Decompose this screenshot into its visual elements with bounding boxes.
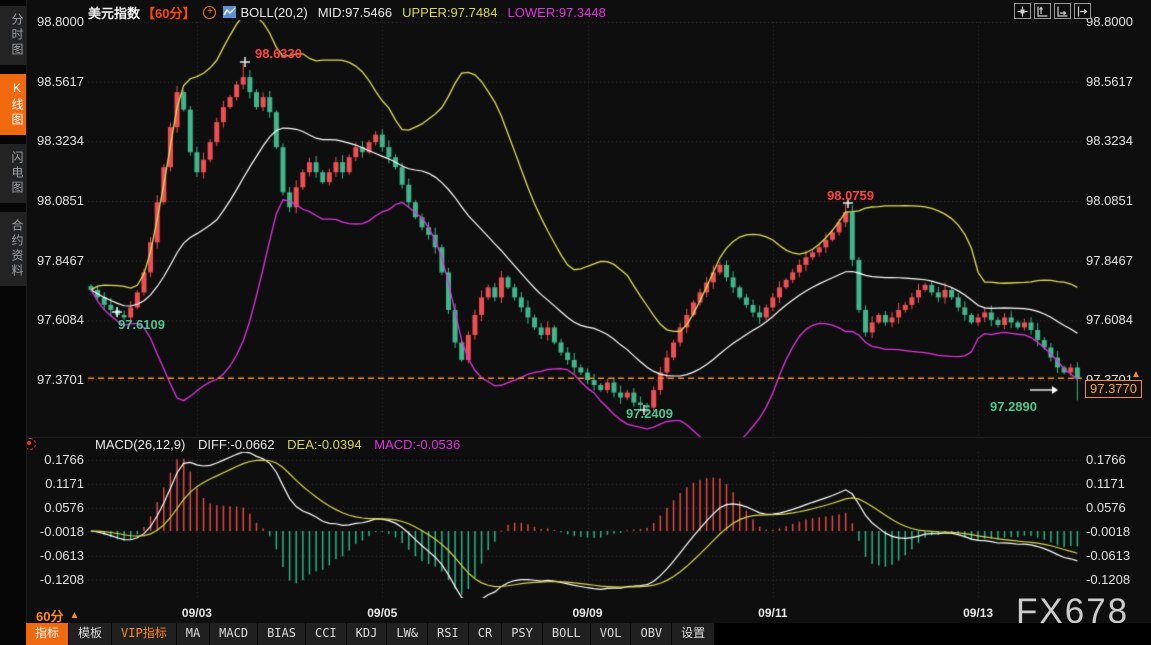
price-axis-label: 97.3701	[26, 372, 84, 387]
toolbar-item[interactable]: 指标	[26, 623, 69, 645]
price-annotation: 97.2890	[990, 399, 1037, 414]
price-axis-label: 98.8000	[26, 14, 84, 29]
price-annotation: 97.6109	[118, 317, 165, 332]
chart-type-sidebar: 分时图 K线图闪电图合约资料	[0, 0, 27, 645]
macd-title: MACD(26,12,9)	[95, 437, 185, 452]
toolbar-item[interactable]: BIAS	[258, 623, 306, 645]
price-axis-label: 98.0851	[26, 193, 84, 208]
sidebar-tab-item[interactable]: 合约资料	[0, 212, 26, 286]
macd-axis-label: 0.1171	[1086, 476, 1148, 491]
toolbar-item[interactable]: PSY	[502, 623, 543, 645]
price-axis-label: 98.3234	[1086, 133, 1148, 148]
price-annotation: 98.0759	[827, 188, 874, 203]
toolbar-item[interactable]: MACD	[210, 623, 258, 645]
boll-lower-value: LOWER:97.3448	[508, 5, 606, 20]
scale-y-icon[interactable]	[1034, 3, 1051, 19]
macd-axis-label: 0.1766	[26, 452, 84, 467]
period-label: 【60分】	[142, 3, 195, 22]
chart-tool-buttons	[1014, 3, 1091, 19]
toolbar-item[interactable]: KDJ	[347, 623, 388, 645]
macd-axis-label: -0.1208	[26, 572, 84, 587]
price-axis-label: 98.3234	[26, 133, 84, 148]
macd-axis-label: 0.1171	[26, 476, 84, 491]
chart-type-icon[interactable]	[223, 6, 236, 18]
scale-x-icon[interactable]	[1054, 3, 1071, 19]
date-label: 09/03	[165, 606, 229, 620]
price-annotation: 97.2409	[626, 406, 673, 421]
macd-axis-label: 0.0576	[1086, 500, 1148, 515]
trading-terminal: 分时图 K线图闪电图合约资料 美元指数 【60分】 + BOLL(20,2) MI…	[0, 0, 1151, 645]
move-icon[interactable]	[1014, 3, 1031, 19]
toolbar-item[interactable]: OBV	[631, 623, 672, 645]
sidebar-tab-active[interactable]: K线图	[0, 74, 26, 135]
toolbar-item[interactable]: 设置	[672, 623, 715, 645]
price-axis-label: 97.6084	[26, 312, 84, 327]
chart-header: 美元指数 【60分】 + BOLL(20,2) MID:97.5466 UPPE…	[88, 3, 606, 21]
macd-axis-label: -0.0613	[1086, 548, 1148, 563]
date-label: 09/05	[350, 606, 414, 620]
price-axis-label: 98.0851	[1086, 193, 1148, 208]
bottom-bar: 指标模板VIP指标MAMACDBIASCCIKDJLW&RSICRPSYBOLL…	[26, 623, 1151, 645]
toolbar-item[interactable]: RSI	[428, 623, 469, 645]
macd-axis-label: -0.1208	[1086, 572, 1148, 587]
toolbar-item[interactable]: LW&	[387, 623, 428, 645]
boll-label: BOLL(20,2)	[240, 5, 307, 20]
price-axis-label: 97.8467	[1086, 253, 1148, 268]
macd-diff-value: DIFF:-0.0662	[198, 437, 275, 452]
price-up-arrow-icon: ▲	[1131, 369, 1141, 380]
price-chart-canvas[interactable]	[0, 0, 1151, 645]
toolbar-item[interactable]: MA	[177, 623, 210, 645]
price-axis-label: 97.6084	[1086, 312, 1148, 327]
macd-macd-value: MACD:-0.0536	[374, 437, 460, 452]
toolbar-item[interactable]: VOL	[591, 623, 632, 645]
add-indicator-icon[interactable]: +	[203, 6, 216, 19]
sidebar-tab-item[interactable]: 分时图	[0, 6, 26, 65]
toolbar-item[interactable]: CR	[469, 623, 502, 645]
toolbar-item[interactable]: VIP指标	[112, 623, 177, 645]
indicator-toolbar: 指标模板VIP指标MAMACDBIASCCIKDJLW&RSICRPSYBOLL…	[26, 623, 715, 645]
toolbar-item[interactable]: BOLL	[543, 623, 591, 645]
macd-axis-label: -0.0018	[26, 524, 84, 539]
toolbar-item[interactable]: 模板	[69, 623, 112, 645]
symbol-name: 美元指数	[88, 3, 140, 22]
macd-dea-value: DEA:-0.0394	[287, 437, 361, 452]
price-axis-label: 98.8000	[1086, 14, 1148, 29]
boll-mid-value: MID:97.5466	[318, 5, 392, 20]
toolbar-item[interactable]: CCI	[306, 623, 347, 645]
macd-axis-label: -0.0018	[1086, 524, 1148, 539]
date-label: 09/11	[741, 606, 805, 620]
date-label: 09/09	[556, 606, 620, 620]
macd-header: MACD(26,12,9) DIFF:-0.0662 DEA:-0.0394 M…	[95, 437, 460, 452]
last-price-tag: 97.3770	[1085, 380, 1142, 398]
boll-upper-value: UPPER:97.7484	[402, 5, 497, 20]
date-label: 09/13	[946, 606, 1010, 620]
macd-axis-label: 0.1766	[1086, 452, 1148, 467]
sidebar-tab-item[interactable]: 闪电图	[0, 144, 26, 203]
price-annotation: 98.6330	[255, 46, 302, 61]
price-axis-label: 98.5617	[26, 74, 84, 89]
up-triangle-icon: ▲	[69, 610, 79, 621]
price-axis-label: 98.5617	[1086, 74, 1148, 89]
price-axis-label: 97.8467	[26, 253, 84, 268]
shift-right-icon[interactable]	[1074, 3, 1091, 19]
macd-axis-label: 0.0576	[26, 500, 84, 515]
macd-axis-label: -0.0613	[26, 548, 84, 563]
